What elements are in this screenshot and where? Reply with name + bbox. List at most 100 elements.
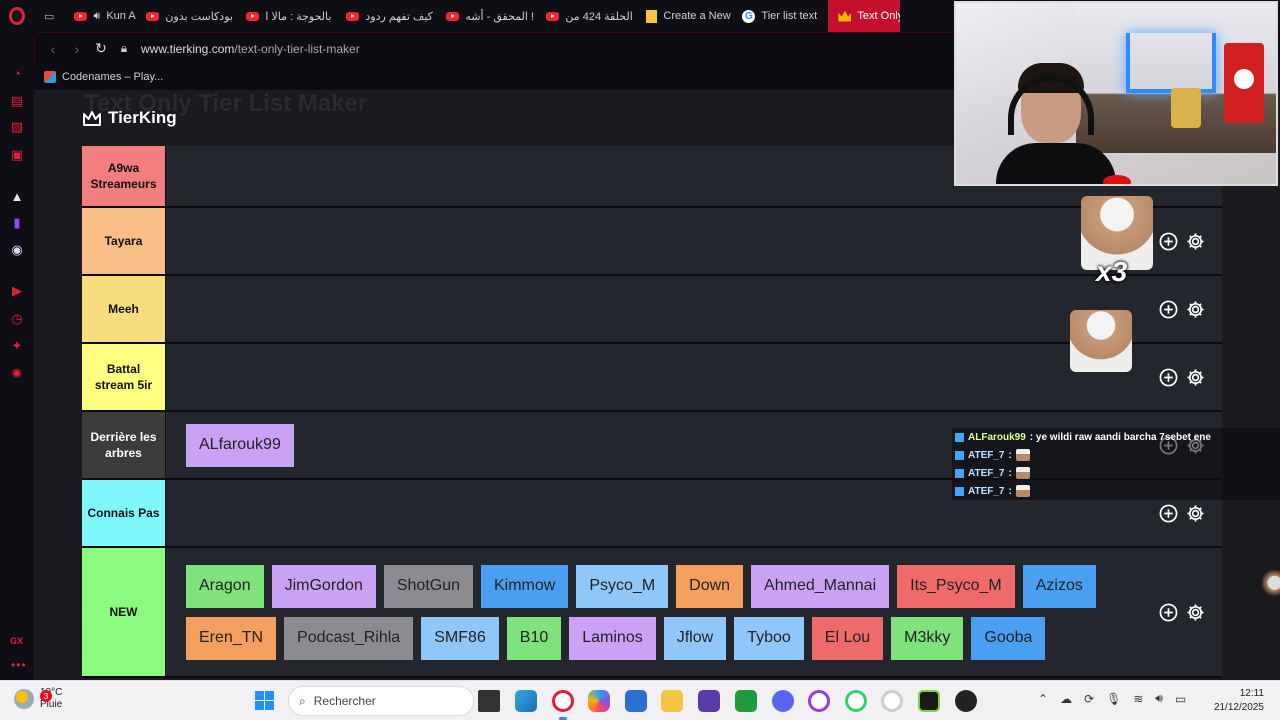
add-item-icon[interactable] [1158,503,1179,524]
tier-items-dropzone[interactable] [165,344,1142,410]
tier-item-chip[interactable]: El Lou [811,616,884,660]
browser-tab[interactable]: G Tier list text [732,0,828,32]
tier-item-chip[interactable]: Tyboo [734,616,804,660]
task-view-icon[interactable] [478,690,500,712]
tier-items-dropzone[interactable] [165,208,1142,274]
tier-item-chip[interactable]: SMF86 [421,616,499,660]
twitch-icon[interactable]: ▮ [9,215,25,231]
discord-icon[interactable]: ◉ [9,242,25,258]
settings-gear-icon[interactable]: ✺ [9,366,25,382]
opera-purple-icon[interactable] [808,690,830,712]
tier-label[interactable]: A9wa Streameurs [82,146,165,206]
tier-label[interactable]: Battal stream 5ir [82,344,165,410]
forward-arrow-icon[interactable]: › [65,41,89,57]
add-item-icon[interactable] [1158,367,1179,388]
tier-item-chip[interactable]: Ahmed_Mannai [751,564,890,608]
bookmark-codenames[interactable]: Codenames – Play... [62,71,163,83]
tier-item-chip[interactable]: B10 [506,616,562,660]
chevron-up-icon[interactable]: ⌃ [1038,692,1048,706]
clock-icon[interactable]: ◷ [9,311,25,327]
sync-icon[interactable]: ⟳ [1084,692,1094,706]
more-icon[interactable]: ••• [11,658,27,672]
file-explorer-icon[interactable] [661,690,683,712]
lock-icon[interactable]: 🔒︎ [113,41,135,56]
url-field[interactable]: www.tierking.com/text-only-tier-list-mak… [141,42,360,56]
tier-item-chip[interactable]: JimGordon [271,564,376,608]
add-item-icon[interactable] [1158,231,1179,252]
player-icon[interactable]: ▶ [9,283,25,299]
tray-app-icon[interactable]: ☁ [1060,692,1072,706]
reload-icon[interactable]: ↻ [89,40,113,57]
taskbar-clock[interactable]: 12:11 21/12/2025 [1206,687,1264,715]
tier-label[interactable]: NEW [82,548,165,676]
browser-tab[interactable]: Create a New [636,0,732,32]
weather-widget[interactable]: 3 10°C Pluie [14,687,62,711]
wifi-icon[interactable]: ≋ [1133,692,1143,706]
taskbar-search[interactable]: ⌕ Rechercher [288,686,474,716]
history-speed-icon[interactable]: ◔ [9,65,25,81]
tier-settings-gear-icon[interactable] [1185,299,1206,320]
tierking-brand[interactable]: TierKing [82,108,177,128]
tier-settings-gear-icon[interactable] [1185,602,1206,623]
opera-green-icon[interactable] [845,690,867,712]
browser-tab[interactable]: كيف تفهم ردود [336,0,436,32]
browser-tab[interactable]: Text Only [828,0,901,32]
tier-item-chip[interactable]: ALfarouk99 [186,423,294,467]
add-item-icon[interactable] [1158,602,1179,623]
tier-item-chip[interactable]: Kimmow [481,564,569,608]
tier-item-chip[interactable]: Eren_TN [186,616,277,660]
tier-label[interactable]: Connais Pas [82,480,165,546]
discord-taskbar-icon[interactable] [772,690,794,712]
battery-icon[interactable]: ▭ [1175,692,1186,706]
tier-item-chip[interactable]: Its_Psyco_M [897,564,1015,608]
opera-gx-taskbar-icon[interactable] [552,690,574,712]
tier-item-chip[interactable]: ShotGun [383,564,473,608]
tier-label[interactable]: Derrière les arbres [82,412,165,478]
tier-settings-gear-icon[interactable] [1185,231,1206,252]
aria-icon[interactable]: ▲ [9,188,25,204]
tier-settings-gear-icon[interactable] [1185,503,1206,524]
shopping-icon[interactable]: ▤ [9,93,25,109]
extensions-icon[interactable]: ✦ [9,338,25,354]
browser-tab[interactable]: الحلقة 424 من [536,0,636,32]
tab-workspace[interactable]: ▭ [34,0,64,32]
copilot-icon[interactable] [588,690,610,712]
browser-tab[interactable]: 🔊︎ Kun Anta [64,0,136,32]
tier-item-chip[interactable]: Psyco_M [576,564,669,608]
volume-icon[interactable]: 🔊︎ [1155,691,1163,706]
tier-item-chip[interactable]: Gooba [971,616,1046,660]
tier-item-chip[interactable]: Aragon [186,564,264,608]
tier-item-chip[interactable]: Laminos [569,616,656,660]
tier-label[interactable]: Tayara [82,208,165,274]
tier-items-dropzone[interactable] [165,276,1142,342]
tier-label[interactable]: Meeh [82,276,165,342]
mic-icon[interactable]: 🎙︎ [1106,692,1121,706]
windows-start-icon[interactable] [255,691,274,710]
browser-tab[interactable]: بودكاست بدون [136,0,236,32]
browser-tab[interactable]: بالحوجة : مالا ا [236,0,336,32]
browser-tab[interactable]: المحقق - أشه ! [436,0,536,32]
tab-audio-icon[interactable]: 🔊︎ [93,10,100,23]
xbox-icon[interactable] [735,690,757,712]
tier-item-chip[interactable]: Azizos [1022,564,1096,608]
back-arrow-icon[interactable]: ‹ [41,41,65,57]
tier-item-chip[interactable]: M3kky [891,616,964,660]
widgets-app-icon[interactable] [515,690,537,712]
vpn-app-icon[interactable] [698,690,720,712]
messenger-icon[interactable]: ▣ [9,147,25,163]
tier-item-chip[interactable]: Down [676,564,744,608]
tier-settings-gear-icon[interactable] [1185,367,1206,388]
gx-control-label[interactable]: GX [10,636,23,646]
opera-gx-logo-icon[interactable] [0,0,34,32]
add-item-icon[interactable] [1158,299,1179,320]
store-icon[interactable] [625,690,647,712]
tier-items-dropzone[interactable]: Aragon JimGordon ShotGun Kimmow Psyco_M Down A… [165,548,1142,676]
trophy [1171,88,1201,128]
opera-gray-icon[interactable] [881,690,903,712]
game-app-icon[interactable] [918,690,940,712]
tier-item-chip[interactable]: Podcast_Rihla [284,616,414,660]
notification-badge: 3 [40,690,52,702]
block-icon[interactable]: ▧ [9,119,25,135]
tier-item-chip[interactable]: Jflow [663,616,727,660]
obs-icon[interactable] [955,690,977,712]
